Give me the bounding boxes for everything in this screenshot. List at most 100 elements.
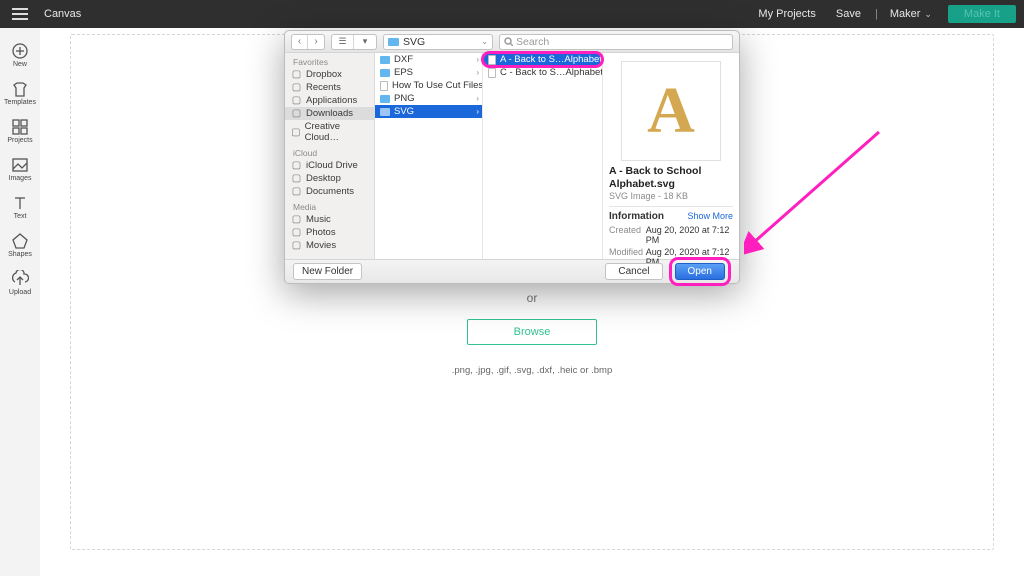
folder-icon	[380, 56, 390, 64]
images-tool[interactable]: Images	[0, 152, 40, 186]
folder-row[interactable]: SVG ›	[375, 105, 482, 118]
sidebar-item-icon: ▢	[291, 160, 302, 171]
sidebar-item-label: Documents	[306, 186, 354, 197]
sidebar-item[interactable]: ▢ Music	[285, 213, 374, 226]
folder-icon	[380, 108, 390, 116]
file-row[interactable]: A - Back to S…Alphabet.svg	[483, 53, 602, 66]
sidebar-item-icon: ▢	[291, 69, 302, 80]
tool-label: Images	[9, 175, 32, 182]
folder-row[interactable]: PNG›	[375, 92, 482, 105]
left-tool-rail: New Templates Projects Images Text Shape…	[0, 28, 40, 576]
cancel-button[interactable]: Cancel	[605, 263, 662, 280]
sidebar-item[interactable]: ▢ Photos	[285, 226, 374, 239]
chevron-down-icon: ⌄	[924, 9, 932, 20]
folder-row[interactable]: EPS›	[375, 66, 482, 79]
plus-circle-icon	[11, 42, 29, 60]
app-title: Canvas	[40, 8, 81, 20]
machine-label: Maker	[890, 8, 921, 20]
shapes-tool[interactable]: Shapes	[0, 228, 40, 262]
dialog-footer: New Folder Cancel Open	[285, 259, 739, 283]
drop-filetypes: .png, .jpg, .gif, .svg, .dxf, .heic or .…	[40, 365, 1024, 376]
sidebar-item[interactable]: ▢Movies	[285, 239, 374, 252]
tool-label: Projects	[7, 137, 32, 144]
sidebar-item-label: Desktop	[306, 173, 341, 184]
sidebar-item-icon: ▢	[291, 227, 302, 238]
folder-icon	[380, 69, 390, 77]
sidebar-item[interactable]: ▢ Dropbox	[285, 68, 374, 81]
info-value: Aug 20, 2020 at 7:12 PM	[646, 225, 733, 245]
preview-thumbnail: A	[621, 61, 721, 161]
path-selector[interactable]: SVG ⌄	[383, 34, 493, 50]
view-options-icon[interactable]: ▾	[354, 35, 376, 49]
sidebar-item-icon: ▢	[291, 214, 302, 225]
hamburger-menu-icon[interactable]	[0, 13, 40, 15]
document-icon	[488, 55, 496, 65]
sidebar-item-label: Applications	[306, 95, 357, 106]
upload-tool[interactable]: Upload	[0, 266, 40, 300]
my-projects-link[interactable]: My Projects	[748, 8, 825, 20]
sidebar-item[interactable]: ▢iCloud Drive	[285, 159, 374, 172]
sidebar-item-icon: ▢	[291, 95, 302, 106]
save-link[interactable]: Save	[826, 8, 871, 20]
preview-pane: A A - Back to School Alphabet.svg SVG Im…	[603, 53, 739, 259]
column-view-icon[interactable]: ☰	[332, 35, 354, 49]
sidebar-item[interactable]: ▢Recents	[285, 81, 374, 94]
file-open-dialog: ‹ › ☰ ▾ SVG ⌄ Search Favorites ▢Dropbox▢…	[284, 30, 740, 284]
sidebar-item-icon: ▢	[291, 173, 302, 184]
row-label: SVG	[394, 106, 414, 117]
show-more-link[interactable]: Show More	[687, 211, 733, 221]
folder-icon	[388, 38, 399, 46]
file-row[interactable]: C - Back to S…Alphabet.svg	[483, 66, 602, 79]
sidebar-item-label: Dropbox	[306, 69, 342, 80]
document-icon	[488, 68, 496, 78]
tool-label: Upload	[9, 289, 31, 296]
row-label: A - Back to S…Alphabet.svg	[500, 54, 602, 65]
chevron-right-icon: ›	[476, 55, 479, 64]
view-mode-group[interactable]: ☰ ▾	[331, 34, 377, 50]
sidebar-heading-icloud: iCloud	[285, 144, 374, 159]
sidebar-heading-media: Media	[285, 198, 374, 213]
folder-row[interactable]: DXF ›	[375, 53, 482, 66]
projects-tool[interactable]: Projects	[0, 114, 40, 148]
sidebar-item[interactable]: ▢ Applications	[285, 94, 374, 107]
chevron-right-icon: ›	[476, 94, 479, 103]
drop-or: or	[40, 291, 1024, 305]
templates-tool[interactable]: Templates	[0, 76, 40, 110]
folder-icon	[380, 95, 390, 103]
sidebar-item[interactable]: ▢Downloads	[285, 107, 374, 120]
image-icon	[11, 156, 29, 174]
open-button-highlight: Open	[669, 257, 731, 286]
document-icon	[380, 81, 388, 91]
folder-row[interactable]: How To Use Cut Files	[375, 79, 482, 92]
sidebar-item-label: Music	[306, 214, 331, 225]
dialog-sidebar: Favorites ▢Dropbox▢Recents▢Applications▢…	[285, 53, 375, 259]
new-folder-button[interactable]: New Folder	[293, 263, 362, 280]
tool-label: Text	[14, 213, 27, 220]
preview-meta: SVG Image - 18 KB	[609, 191, 733, 201]
search-field[interactable]: Search	[499, 34, 733, 50]
row-label: EPS	[394, 67, 413, 78]
text-tool[interactable]: Text	[0, 190, 40, 224]
dialog-toolbar: ‹ › ☰ ▾ SVG ⌄ Search	[285, 31, 739, 53]
nav-back-icon[interactable]: ‹	[292, 35, 308, 49]
chevron-right-icon: ›	[476, 107, 479, 116]
nav-forward-icon[interactable]: ›	[308, 35, 324, 49]
separator: |	[871, 8, 882, 20]
sidebar-item[interactable]: ▢ Documents	[285, 185, 374, 198]
make-it-button[interactable]: Make It	[948, 5, 1016, 23]
sidebar-item[interactable]: ▢ Desktop	[285, 172, 374, 185]
search-placeholder: Search	[516, 36, 549, 48]
text-icon	[11, 194, 29, 212]
new-tool[interactable]: New	[0, 38, 40, 72]
path-label: SVG	[403, 36, 425, 48]
sidebar-item-label: Downloads	[306, 108, 353, 119]
sidebar-item-icon: ▢	[291, 186, 302, 197]
row-label: DXF	[394, 54, 413, 65]
sidebar-item-label: Photos	[306, 227, 336, 238]
nav-back-forward[interactable]: ‹ ›	[291, 34, 325, 50]
machine-selector[interactable]: Maker ⌄	[882, 8, 940, 20]
sidebar-item[interactable]: ▢Creative Cloud…	[285, 120, 374, 144]
tool-label: Templates	[4, 99, 36, 106]
open-button[interactable]: Open	[675, 263, 725, 280]
browse-button[interactable]: Browse	[467, 319, 598, 345]
